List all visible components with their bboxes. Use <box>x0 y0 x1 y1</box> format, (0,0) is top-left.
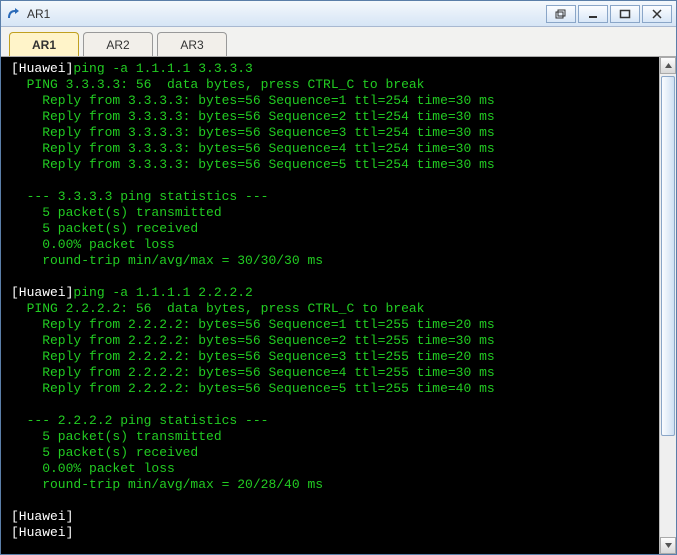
minimize-button[interactable] <box>578 5 608 23</box>
tab-ar2[interactable]: AR2 <box>83 32 153 56</box>
maximize-button[interactable] <box>610 5 640 23</box>
close-button[interactable] <box>642 5 672 23</box>
tab-ar3[interactable]: AR3 <box>157 32 227 56</box>
scroll-down-button[interactable] <box>660 537 676 554</box>
app-icon <box>5 6 21 22</box>
tab-label: AR2 <box>106 38 129 52</box>
scroll-up-button[interactable] <box>660 57 676 74</box>
tab-label: AR1 <box>32 38 56 52</box>
window-title: AR1 <box>27 7 544 21</box>
scroll-thumb[interactable] <box>661 76 675 436</box>
terminal[interactable]: [Huawei]ping -a 1.1.1.1 3.3.3.3 PING 3.3… <box>1 57 659 554</box>
scrollbar <box>659 57 676 554</box>
scroll-track[interactable] <box>660 74 676 537</box>
tab-bar: AR1 AR2 AR3 <box>1 27 676 57</box>
app-window: AR1 AR1 AR2 AR3 [Huawei]ping -a 1.1.1.1 … <box>0 0 677 555</box>
terminal-wrap: [Huawei]ping -a 1.1.1.1 3.3.3.3 PING 3.3… <box>1 57 676 554</box>
tab-label: AR3 <box>180 38 203 52</box>
titlebar: AR1 <box>1 1 676 27</box>
restore-button[interactable] <box>546 5 576 23</box>
window-buttons <box>544 5 672 23</box>
tab-ar1[interactable]: AR1 <box>9 32 79 56</box>
